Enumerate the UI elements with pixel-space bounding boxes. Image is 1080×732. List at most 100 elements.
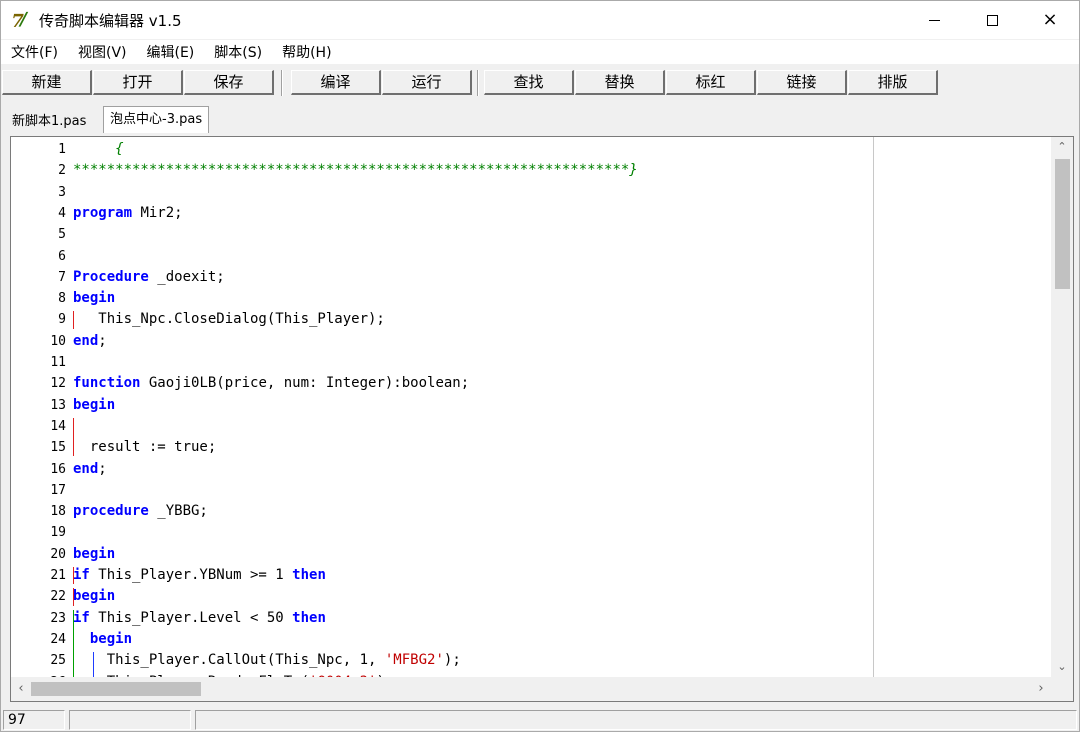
maximize-button[interactable]: [963, 1, 1021, 39]
status-bar: 97: [1, 709, 1079, 731]
line-number: 23: [50, 610, 66, 626]
line-number: 13: [50, 397, 66, 413]
code-keyword: end: [73, 460, 99, 477]
code-text: result := true;: [73, 437, 216, 458]
vertical-scrollbar[interactable]: ⌃ ⌄: [1051, 137, 1073, 677]
code-token: Mir2;: [132, 204, 183, 221]
replace-button[interactable]: 替换: [575, 70, 665, 95]
scroll-up-icon[interactable]: ⌃: [1051, 137, 1073, 157]
code-line[interactable]: 17: [11, 480, 1051, 501]
close-button[interactable]: ×: [1021, 1, 1079, 39]
code-keyword: Procedure: [73, 268, 149, 285]
save-button[interactable]: 保存: [184, 70, 274, 95]
code-line[interactable]: 5: [11, 224, 1051, 245]
run-button[interactable]: 运行: [382, 70, 472, 95]
open-button[interactable]: 打开: [93, 70, 183, 95]
new-button[interactable]: 新建: [2, 70, 92, 95]
code-text: program Mir2;: [73, 203, 183, 224]
code-keyword: begin: [73, 396, 116, 413]
vertical-scroll-thumb[interactable]: [1055, 159, 1070, 289]
line-number: 19: [50, 525, 66, 541]
code-line[interactable]: 12 function Gaoji0LB(price, num: Integer)…: [11, 373, 1051, 394]
close-icon: ×: [1042, 9, 1058, 30]
code-keyword: then: [292, 609, 326, 626]
line-number: 10: [50, 333, 66, 349]
tab-paodian-center[interactable]: 泡点中心-3.pas: [103, 106, 210, 133]
code-line[interactable]: 23 if This_Player.Level < 50 then: [11, 608, 1051, 629]
code-line[interactable]: 11: [11, 352, 1051, 373]
line-number: 22: [50, 589, 66, 605]
horizontal-scroll-thumb[interactable]: [31, 682, 201, 696]
code-text: This_Player.CallOut(This_Npc, 1, 'MFBG2'…: [73, 650, 461, 671]
code-line[interactable]: 24 begin: [11, 629, 1051, 650]
code-keyword: begin: [73, 290, 116, 307]
toolbar: 新建 打开 保存 编译 运行 查找 替换 标红 链接 排版: [1, 67, 1079, 99]
menu-edit[interactable]: 编辑(E): [137, 42, 205, 62]
code-line[interactable]: 21 if This_Player.YBNum >= 1 then: [11, 565, 1051, 586]
find-button[interactable]: 查找: [484, 70, 574, 95]
tab-new-script[interactable]: 新脚本1.pas: [5, 109, 93, 133]
code-text: {: [73, 139, 123, 160]
menu-script[interactable]: 脚本(S): [204, 42, 272, 62]
code-text: begin: [73, 586, 115, 607]
code-line[interactable]: 1 {: [11, 139, 1051, 160]
block-guide: [73, 311, 74, 329]
status-line-number: 97: [3, 710, 65, 730]
code-token: _YBBG;: [148, 503, 208, 520]
line-number: 12: [50, 376, 66, 392]
menu-file[interactable]: 文件(F): [1, 42, 68, 62]
block-guide: [73, 609, 74, 677]
code-line[interactable]: 16 end;: [11, 459, 1051, 480]
code-keyword: end: [73, 332, 99, 349]
code-string: 'MFBG2': [384, 652, 444, 669]
code-keyword: begin: [73, 545, 116, 562]
format-button[interactable]: 排版: [848, 70, 938, 95]
code-line[interactable]: 7 Procedure _doexit;: [11, 267, 1051, 288]
line-number: 9: [58, 312, 66, 328]
menu-view[interactable]: 视图(V): [68, 42, 137, 62]
code-line[interactable]: 18 procedure _YBBG;: [11, 501, 1051, 522]
code-line[interactable]: 9 This_Npc.CloseDialog(This_Player);: [11, 309, 1051, 330]
compile-button[interactable]: 编译: [291, 70, 381, 95]
line-number: 7: [58, 269, 66, 285]
code-text: Procedure _doexit;: [73, 267, 225, 288]
code-line[interactable]: 8 begin: [11, 288, 1051, 309]
minimize-button[interactable]: [905, 1, 963, 39]
code-editor[interactable]: 1 {2 ************************************…: [10, 136, 1074, 702]
code-keyword: begin: [73, 588, 116, 605]
line-number: 25: [50, 653, 66, 669]
code-area[interactable]: 1 {2 ************************************…: [11, 137, 1051, 677]
line-number: 2: [58, 163, 66, 179]
code-token: This_Npc.CloseDialog(This_Player);: [73, 311, 385, 328]
line-number: 17: [50, 482, 66, 498]
code-line[interactable]: 2 ***************************************…: [11, 160, 1051, 181]
block-guide: [93, 652, 94, 677]
link-button[interactable]: 链接: [757, 70, 847, 95]
mark-red-button[interactable]: 标红: [666, 70, 756, 95]
minimize-icon: [928, 19, 940, 21]
code-line[interactable]: 10 end;: [11, 331, 1051, 352]
code-line[interactable]: 22 begin: [11, 586, 1051, 607]
title-bar[interactable]: 7/ 传奇脚本编辑器 v1.5 ×: [1, 1, 1079, 39]
code-line[interactable]: 15 result := true;: [11, 437, 1051, 458]
code-line[interactable]: 20 begin: [11, 544, 1051, 565]
code-line[interactable]: 3: [11, 182, 1051, 203]
menu-bar: 文件(F) 视图(V) 编辑(E) 脚本(S) 帮助(H): [1, 40, 1079, 64]
code-line[interactable]: 14: [11, 416, 1051, 437]
scroll-left-icon[interactable]: ‹: [11, 677, 31, 701]
code-line[interactable]: 4 program Mir2;: [11, 203, 1051, 224]
code-token: _doexit;: [148, 268, 225, 285]
code-text: end;: [73, 459, 107, 480]
code-line[interactable]: 19: [11, 522, 1051, 543]
scroll-right-icon[interactable]: ›: [1031, 677, 1051, 701]
code-line[interactable]: 6: [11, 246, 1051, 267]
horizontal-scrollbar[interactable]: ‹ ›: [11, 677, 1051, 701]
line-number: 8: [58, 291, 66, 307]
block-guide: [73, 417, 74, 457]
code-line[interactable]: 25 This_Player.CallOut(This_Npc, 1, 'MFB…: [11, 650, 1051, 671]
scroll-down-icon[interactable]: ⌄: [1051, 657, 1073, 677]
code-line[interactable]: 13 begin: [11, 395, 1051, 416]
line-number: 6: [58, 248, 66, 264]
line-number: 21: [50, 568, 66, 583]
menu-help[interactable]: 帮助(H): [272, 42, 341, 62]
